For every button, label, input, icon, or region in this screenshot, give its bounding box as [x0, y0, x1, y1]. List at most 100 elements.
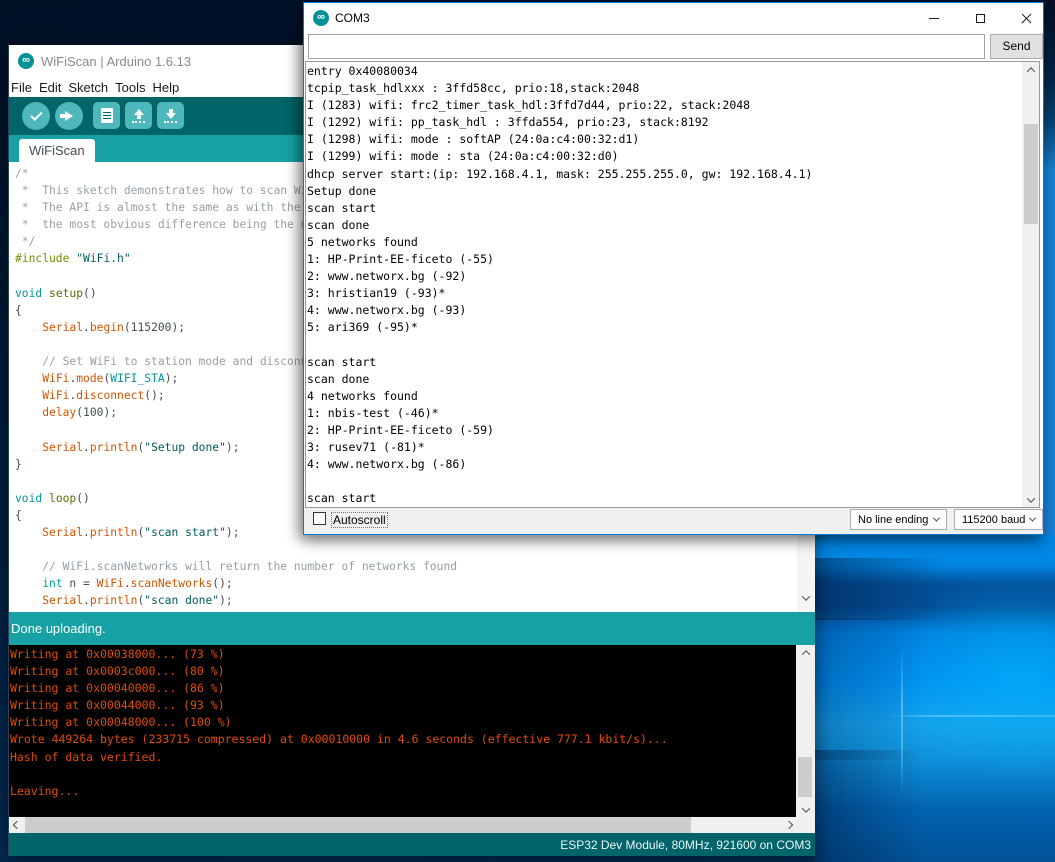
ide-window-title: WiFiScan | Arduino 1.6.13: [41, 54, 191, 69]
ide-console: Writing at 0x00038000... (73 %)Writing a…: [9, 645, 815, 817]
autoscroll-checkbox[interactable]: [313, 512, 326, 525]
open-sketch-button[interactable]: [125, 102, 152, 129]
menu-help[interactable]: Help: [152, 80, 186, 95]
text-line: 4 networks found: [307, 388, 812, 405]
text-line: Hash of data verified.: [10, 749, 668, 766]
wallpaper-right-sliver: [1043, 0, 1055, 535]
arrow-right-icon: [65, 111, 73, 121]
text-line: 4: www.networx.bg (-86): [307, 456, 812, 473]
serial-vertical-scrollbar[interactable]: [1022, 62, 1039, 507]
code-line: int n = WiFi.scanNetworks();: [15, 575, 614, 592]
serial-window-title: COM3: [335, 11, 370, 25]
text-line: 1: HP-Print-EE-ficeto (-55): [307, 251, 812, 268]
text-line: I (1298) wifi: mode : softAP (24:0a:c4:0…: [307, 131, 812, 148]
line-ending-value: No line ending: [858, 514, 928, 526]
text-line: I (1292) wifi: pp_task_hdl : 3ffda554, p…: [307, 114, 812, 131]
document-icon: [101, 108, 113, 123]
text-line: dhcp server start:(ip: 192.168.4.1, mask…: [307, 166, 812, 183]
text-line: scan done: [307, 371, 812, 388]
text-line: scan start: [307, 354, 812, 371]
close-icon: [1021, 13, 1032, 24]
serial-bottom-bar: Autoscroll No line ending 115200 baud: [304, 508, 1043, 534]
wallpaper-dark-bottom-left: [815, 750, 925, 862]
hscroll-thumb[interactable]: [25, 817, 691, 833]
minimize-button[interactable]: [911, 3, 957, 33]
text-line: 1: nbis-test (-46)*: [307, 405, 812, 422]
text-line: scan start: [307, 490, 812, 507]
text-line: [307, 473, 812, 490]
text-line: Writing at 0x00044000... (93 %): [10, 697, 668, 714]
arrow-down-icon: [164, 109, 177, 123]
text-line: scan start: [307, 200, 812, 217]
text-line: 3: hristian19 (-93)*: [307, 285, 812, 302]
check-icon: [30, 108, 42, 120]
text-line: Wrote 449264 bytes (233715 compressed) a…: [10, 731, 668, 748]
text-line: Writing at 0x00040000... (86 %): [10, 680, 668, 697]
board-status-text: ESP32 Dev Module, 80MHz, 921600 on COM3: [560, 838, 811, 852]
maximize-icon: [976, 14, 985, 23]
serial-monitor-window: ∞ COM3 Send entry 0x40080034tcpip_task_h…: [303, 2, 1044, 535]
console-scroll-up-arrow[interactable]: [796, 645, 815, 660]
serial-scrollbar-thumb[interactable]: [1024, 124, 1038, 224]
serial-input-field[interactable]: [308, 34, 985, 59]
text-line: scan done: [307, 217, 812, 234]
new-sketch-button[interactable]: [93, 102, 120, 129]
menu-sketch[interactable]: Sketch: [68, 80, 115, 95]
save-sketch-button[interactable]: [157, 102, 184, 129]
window-controls: [911, 3, 1049, 33]
wallpaper-dark-mid-left: [815, 618, 925, 760]
chevron-down-icon: [933, 515, 940, 522]
ide-message-bar: Done uploading.: [9, 612, 815, 645]
close-button[interactable]: [1003, 3, 1049, 33]
text-line: 5: ari369 (-95)*: [307, 319, 812, 336]
text-line: Writing at 0x0003c000... (80 %): [10, 663, 668, 680]
serial-titlebar[interactable]: ∞ COM3: [304, 3, 1043, 33]
serial-scroll-up-arrow[interactable]: [1022, 62, 1039, 77]
ide-horizontal-scrollbar[interactable]: [9, 817, 815, 833]
text-line: Writing at 0x00048000... (100 %): [10, 714, 668, 731]
hscroll-left-arrow[interactable]: [9, 817, 25, 833]
text-line: 5 networks found: [307, 234, 812, 251]
ide-statusbar: ESP32 Dev Module, 80MHz, 921600 on COM3: [9, 833, 815, 856]
console-scrollbar-thumb[interactable]: [798, 757, 812, 797]
serial-output-area[interactable]: entry 0x40080034tcpip_task_hdlxxx : 3ffd…: [305, 61, 1040, 508]
line-ending-select[interactable]: No line ending: [850, 509, 947, 530]
menu-file[interactable]: File: [11, 80, 39, 95]
code-line: [15, 541, 614, 558]
text-line: Leaving...: [10, 783, 668, 800]
send-button[interactable]: Send: [990, 34, 1043, 59]
menu-edit[interactable]: Edit: [39, 80, 68, 95]
wallpaper-dark-band-left: [815, 558, 945, 620]
arrow-up-icon: [132, 109, 145, 123]
editor-scroll-down-arrow[interactable]: [797, 590, 815, 605]
upload-button[interactable]: [55, 102, 83, 130]
code-line: Serial.println("scan done");: [15, 592, 614, 609]
text-line: tcpip_task_hdlxxx : 3ffd58cc, prio:18,st…: [307, 80, 812, 97]
serial-output-text: entry 0x40080034tcpip_task_hdlxxx : 3ffd…: [307, 63, 812, 507]
verify-button[interactable]: [22, 102, 50, 130]
serial-scroll-down-arrow[interactable]: [1022, 492, 1039, 507]
console-vertical-scrollbar[interactable]: [796, 645, 815, 817]
maximize-button[interactable]: [957, 3, 1003, 33]
baud-rate-value: 115200 baud: [962, 514, 1025, 526]
menu-tools[interactable]: Tools: [115, 80, 152, 95]
chevron-down-icon: [1029, 515, 1036, 522]
hscroll-right-arrow[interactable]: [781, 817, 797, 833]
baud-rate-select[interactable]: 115200 baud: [954, 509, 1043, 530]
tab-wifiscan[interactable]: WiFiScan: [19, 139, 95, 162]
text-line: 4: www.networx.bg (-93): [307, 302, 812, 319]
text-line: [10, 766, 668, 783]
minimize-icon: [929, 18, 939, 19]
text-line: entry 0x40080034: [307, 63, 812, 80]
done-uploading-text: Done uploading.: [11, 621, 106, 636]
autoscroll-label[interactable]: Autoscroll: [331, 512, 388, 528]
wallpaper-pane-vline: [901, 645, 903, 795]
text-line: 2: www.networx.bg (-92): [307, 268, 812, 285]
console-scroll-down-arrow[interactable]: [796, 802, 815, 817]
text-line: 2: HP-Print-EE-ficeto (-59): [307, 422, 812, 439]
wallpaper-pane-hline: [885, 715, 1055, 717]
console-output: Writing at 0x00038000... (73 %)Writing a…: [10, 646, 668, 800]
arduino-logo-icon: ∞: [18, 53, 34, 69]
text-line: I (1283) wifi: frc2_timer_task_hdl:3ffd7…: [307, 97, 812, 114]
text-line: Writing at 0x00038000... (73 %): [10, 646, 668, 663]
